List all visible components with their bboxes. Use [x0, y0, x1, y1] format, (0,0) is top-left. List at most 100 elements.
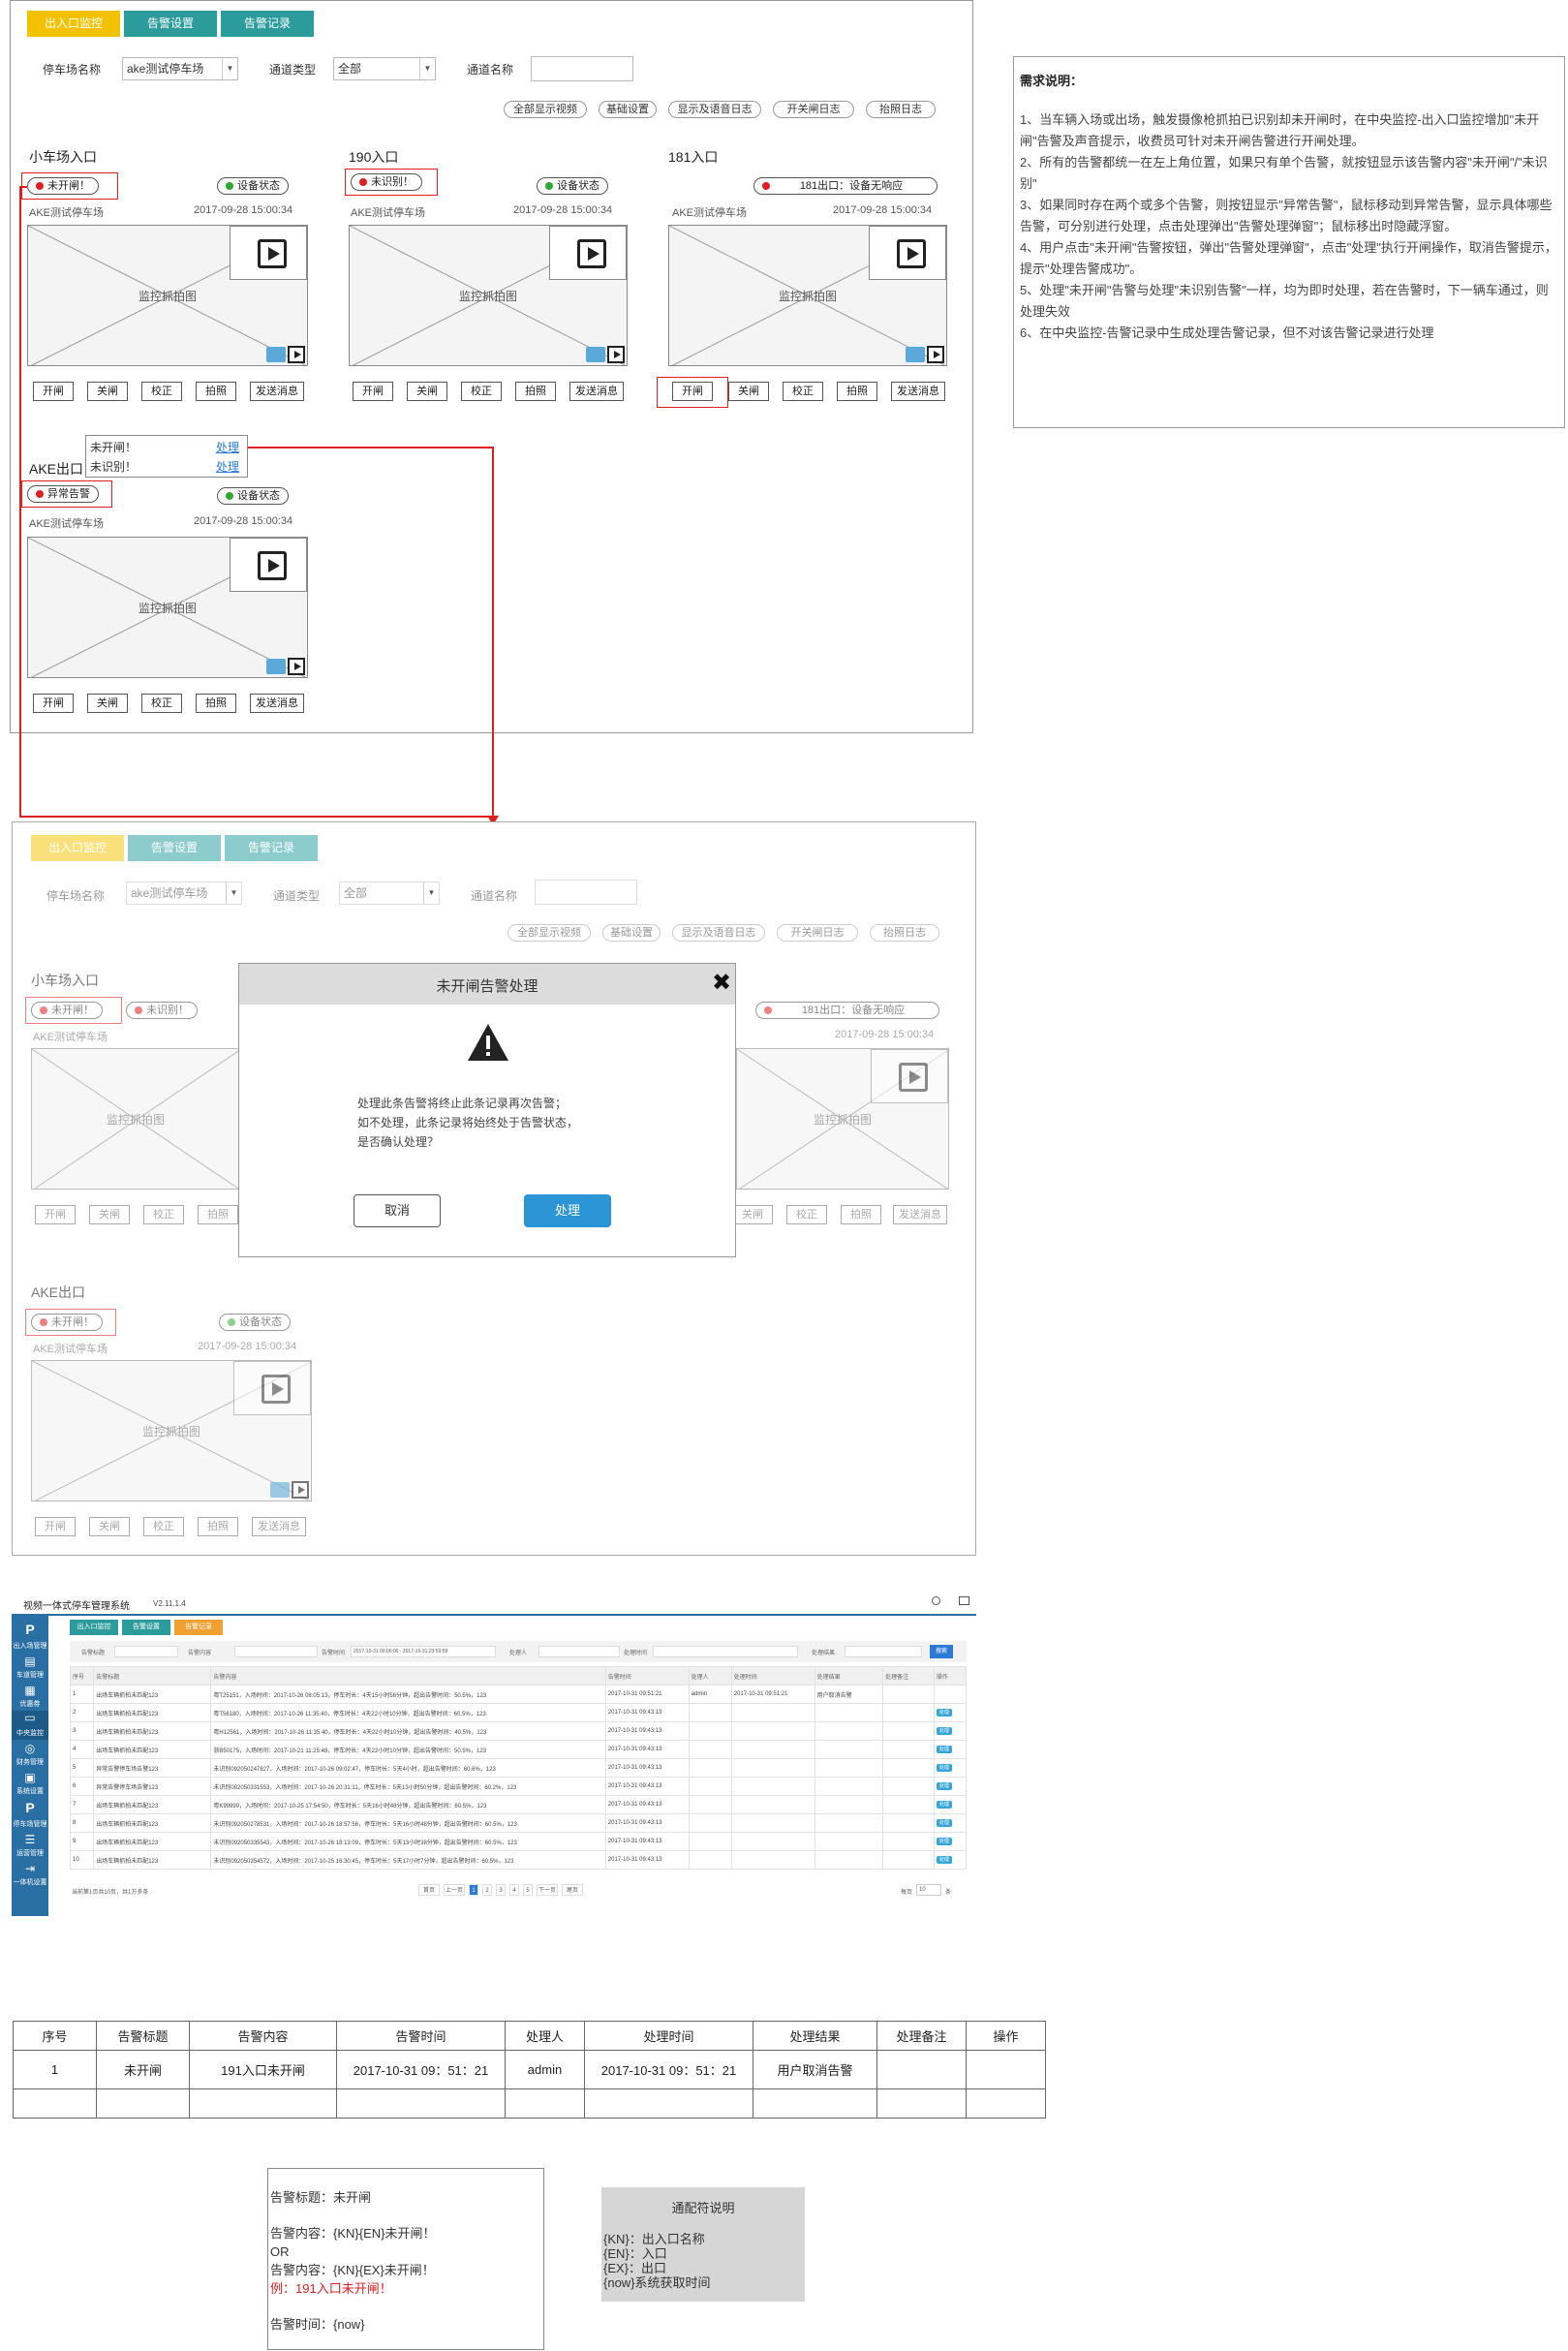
send-message-button[interactable]: 发送消息	[893, 1205, 947, 1224]
handle-button[interactable]: 处理	[936, 1838, 952, 1845]
correct-button[interactable]: 校正	[141, 382, 182, 401]
alert-badge-device-no-response[interactable]: 181出口：设备无响应	[755, 1002, 939, 1019]
tab-alarm-records[interactable]: 告警记录	[174, 1620, 223, 1635]
open-gate-button[interactable]: 开闸	[35, 1517, 76, 1536]
alert-badge-device-no-response[interactable]: 181出口：设备无响应	[753, 177, 938, 195]
alert-badge-abnormal[interactable]: 异常告警	[27, 485, 99, 503]
filter-time-input[interactable]: 2017-10-31 00:00:00 - 2017-10-31 23:59:5…	[351, 1646, 496, 1657]
correct-button[interactable]: 校正	[786, 1205, 827, 1224]
open-gate-button[interactable]: 开闸	[672, 382, 713, 401]
page-button[interactable]: 下一页	[537, 1884, 558, 1896]
sidebar-item-device[interactable]: ⇥	[12, 1862, 48, 1875]
correct-button[interactable]: 校正	[783, 382, 823, 401]
channel-type-select[interactable]: 全部 ▼	[333, 57, 436, 80]
gate-log-button[interactable]: 开关闸日志	[773, 101, 854, 118]
photo-button[interactable]: 拍照	[841, 1205, 881, 1224]
send-message-button[interactable]: 发送消息	[891, 382, 945, 401]
filter-content-input[interactable]	[234, 1646, 318, 1657]
image-icon[interactable]	[266, 659, 286, 674]
handle-button[interactable]: 处理	[936, 1746, 952, 1753]
photo-log-button[interactable]: 抬照日志	[866, 101, 936, 118]
sidebar-item-system[interactable]: ▣	[12, 1771, 48, 1784]
video-play-icon[interactable]	[233, 1361, 311, 1415]
video-play-icon[interactable]	[549, 226, 627, 280]
send-message-button[interactable]: 发送消息	[250, 694, 304, 713]
close-gate-button[interactable]: 关闸	[728, 382, 769, 401]
handle-button[interactable]: 处理	[936, 1856, 952, 1864]
tab-alarm-records[interactable]: 告警记录	[225, 835, 318, 861]
photo-log-button[interactable]: 抬照日志	[870, 924, 939, 942]
photo-button[interactable]: 拍照	[198, 1205, 238, 1224]
tab-monitor[interactable]: 出入口监控	[27, 11, 120, 37]
tab-alarm-settings[interactable]: 告警设置	[124, 11, 217, 37]
close-icon[interactable]: ✖	[712, 969, 731, 997]
image-icon[interactable]	[586, 347, 605, 362]
channel-type-select[interactable]: 全部 ▼	[339, 882, 440, 905]
photo-button[interactable]: 拍照	[196, 382, 236, 401]
tab-monitor[interactable]: 出入口监控	[31, 835, 124, 861]
correct-button[interactable]: 校正	[141, 694, 182, 713]
handle-button[interactable]: 处理	[936, 1764, 952, 1772]
play-small-icon[interactable]	[292, 1481, 309, 1499]
page-button[interactable]: 3	[496, 1884, 506, 1896]
page-button[interactable]: 上一页	[444, 1884, 465, 1896]
page-button[interactable]: 1	[469, 1884, 478, 1896]
alert-badge-unrecognized[interactable]: 未识别！	[351, 173, 422, 191]
close-gate-button[interactable]: 关闸	[87, 382, 128, 401]
open-gate-button[interactable]: 开闸	[353, 382, 393, 401]
sidebar-item-entry-exit[interactable]: P	[12, 1622, 48, 1637]
filter-result-select[interactable]	[845, 1646, 922, 1657]
popup-handle-link[interactable]: 处理	[216, 458, 239, 475]
display-voice-log-button[interactable]: 显示及语音日志	[672, 924, 765, 942]
video-play-icon[interactable]	[871, 1049, 948, 1103]
handle-button[interactable]: 处理	[936, 1819, 952, 1827]
correct-button[interactable]: 校正	[461, 382, 502, 401]
parking-name-select[interactable]: ake测试停车场 ▼	[126, 882, 242, 905]
basic-settings-button[interactable]: 基础设置	[599, 101, 657, 118]
confirm-handle-button[interactable]: 处理	[524, 1194, 611, 1227]
sidebar-item-finance[interactable]: ◎	[12, 1742, 48, 1755]
alert-badge-gate-not-open[interactable]: 未开闸！	[31, 1002, 103, 1019]
per-page-select[interactable]: 10	[916, 1884, 941, 1896]
alert-badge-unrecognized[interactable]: 未识别！	[126, 1002, 198, 1019]
cancel-button[interactable]: 取消	[354, 1194, 441, 1227]
page-button[interactable]: 5	[523, 1884, 533, 1896]
video-play-icon[interactable]	[230, 226, 307, 280]
send-message-button[interactable]: 发送消息	[569, 382, 624, 401]
channel-name-input[interactable]	[535, 880, 637, 905]
search-button[interactable]: 搜索	[930, 1645, 953, 1658]
page-button[interactable]: 4	[509, 1884, 519, 1896]
image-icon[interactable]	[270, 1482, 290, 1498]
basic-settings-button[interactable]: 基础设置	[602, 924, 661, 942]
play-small-icon[interactable]	[288, 346, 305, 363]
alert-badge-gate-not-open[interactable]: 未开闸！	[31, 1314, 103, 1331]
image-icon[interactable]	[906, 347, 925, 362]
channel-name-input[interactable]	[531, 56, 633, 81]
sidebar-item-coupon[interactable]: ▦	[12, 1684, 48, 1697]
show-all-video-button[interactable]: 全部显示视频	[504, 101, 587, 118]
tab-alarm-settings[interactable]: 告警设置	[128, 835, 221, 861]
close-gate-button[interactable]: 关闸	[407, 382, 447, 401]
photo-button[interactable]: 拍照	[196, 694, 236, 713]
logout-icon[interactable]	[959, 1596, 969, 1605]
tab-monitor[interactable]: 出入口监控	[70, 1620, 118, 1635]
close-gate-button[interactable]: 关闸	[87, 694, 128, 713]
sidebar-item-lane[interactable]: ▤	[12, 1655, 48, 1668]
open-gate-button[interactable]: 开闸	[35, 1205, 76, 1224]
play-small-icon[interactable]	[927, 346, 944, 363]
photo-button[interactable]: 拍照	[198, 1517, 238, 1536]
close-gate-button[interactable]: 关闸	[89, 1517, 130, 1536]
play-small-icon[interactable]	[607, 346, 625, 363]
video-play-icon[interactable]	[869, 226, 946, 280]
image-icon[interactable]	[266, 347, 286, 362]
tab-alarm-records[interactable]: 告警记录	[221, 11, 314, 37]
handle-button[interactable]: 处理	[936, 1727, 952, 1735]
filter-handler-input[interactable]	[538, 1646, 620, 1657]
correct-button[interactable]: 校正	[143, 1517, 184, 1536]
photo-button[interactable]: 拍照	[515, 382, 556, 401]
filter-title-input[interactable]	[114, 1646, 178, 1657]
page-button[interactable]: 尾页	[562, 1884, 583, 1896]
parking-name-select[interactable]: ake测试停车场 ▼	[122, 57, 238, 80]
send-message-button[interactable]: 发送消息	[252, 1517, 306, 1536]
tab-alarm-settings[interactable]: 告警设置	[122, 1620, 170, 1635]
